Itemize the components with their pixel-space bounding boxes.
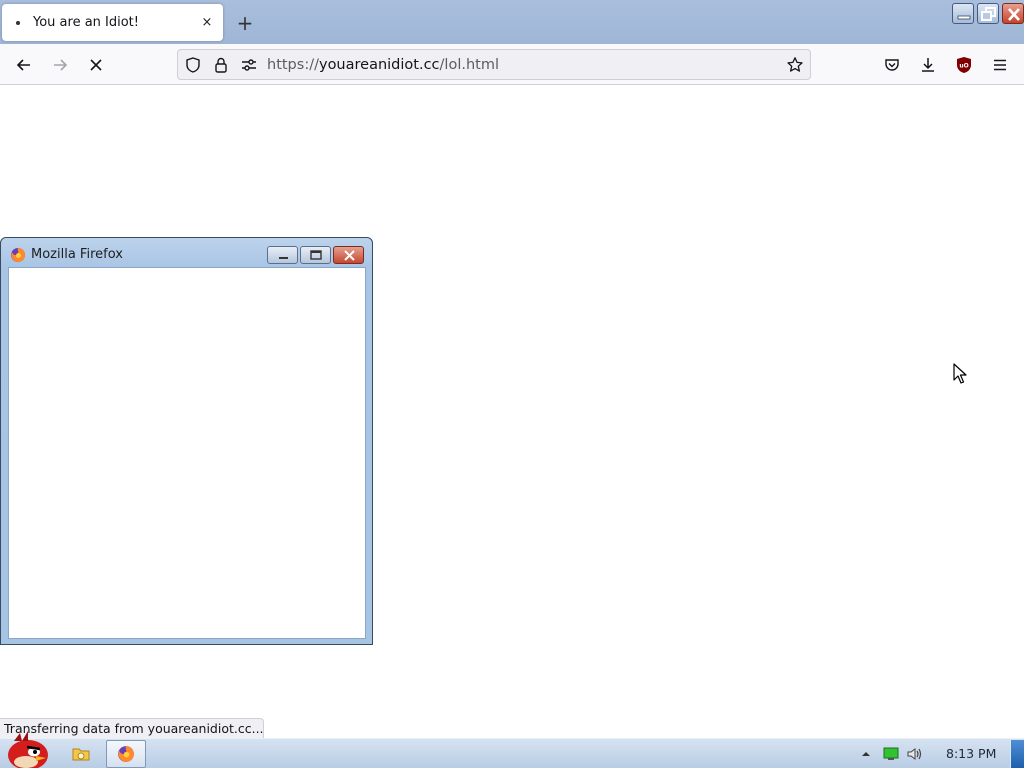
tab-title: You are an Idiot!: [33, 15, 139, 30]
url-bar[interactable]: https://youareanidiot.cc/lol.html: [177, 49, 811, 80]
permissions-icon[interactable]: [240, 56, 258, 74]
popup-title: Mozilla Firefox: [31, 247, 123, 262]
forward-button[interactable]: [47, 52, 73, 78]
star-icon[interactable]: [786, 56, 804, 74]
stop-button[interactable]: [83, 52, 109, 78]
loading-dot-icon: [16, 20, 20, 25]
url-scheme: https://: [267, 57, 319, 73]
clock[interactable]: 8:13 PM: [946, 746, 996, 761]
minimize-window-button[interactable]: [952, 3, 974, 24]
popup-window-controls: [267, 246, 366, 264]
firefox-icon: [118, 746, 134, 762]
show-desktop-button[interactable]: [1010, 740, 1024, 768]
new-tab-button[interactable]: +: [232, 10, 258, 36]
restore-window-button[interactable]: [977, 3, 999, 24]
firefox-icon: [11, 248, 25, 262]
tab-strip: You are an Idiot! × +: [0, 0, 1024, 44]
hamburger-menu-icon: [994, 59, 1006, 71]
download-icon: [922, 58, 934, 72]
forward-arrow-icon: [54, 59, 68, 71]
ublock-origin-button[interactable]: uO: [951, 52, 977, 78]
popup-maximize-button[interactable]: [300, 246, 331, 264]
url-path: /lol.html: [439, 57, 499, 73]
tab-close-button[interactable]: ×: [196, 12, 218, 34]
popup-window[interactable]: Mozilla Firefox: [0, 237, 373, 645]
app-menu-button[interactable]: [987, 52, 1013, 78]
angry-bird-start-icon[interactable]: [2, 729, 52, 768]
taskbar-explorer[interactable]: [66, 740, 96, 768]
popup-minimize-button[interactable]: [267, 246, 298, 264]
downloads-button[interactable]: [915, 52, 941, 78]
back-button[interactable]: [11, 52, 37, 78]
navigation-toolbar: https://youareanidiot.cc/lol.html uO: [0, 44, 1024, 85]
pocket-button[interactable]: [879, 52, 905, 78]
network-icon[interactable]: [882, 746, 900, 762]
close-window-button[interactable]: [1002, 3, 1024, 24]
popup-close-button[interactable]: [333, 246, 364, 264]
close-icon: [1008, 8, 1020, 21]
url-domain: youareanidiot.cc: [318, 57, 440, 73]
taskbar: 8:13 PM: [0, 731, 1024, 768]
url-text[interactable]: https://youareanidiot.cc/lol.html: [267, 57, 499, 73]
volume-icon[interactable]: [906, 746, 924, 762]
show-hidden-icons-icon[interactable]: [860, 748, 872, 760]
ublock-origin-icon: uO: [957, 57, 971, 73]
minimize-icon: [279, 257, 288, 259]
back-arrow-icon: [16, 59, 30, 71]
close-icon: [344, 250, 355, 261]
mouse-cursor-icon: [953, 363, 967, 384]
system-tray: [860, 739, 924, 768]
restore-icon: [981, 7, 996, 21]
stop-icon: [90, 59, 102, 71]
pocket-icon: [885, 59, 899, 71]
window-controls: [949, 3, 1024, 24]
popup-content-area: [8, 267, 366, 639]
tab-youareanidiot[interactable]: You are an Idiot! ×: [2, 4, 223, 41]
lock-icon[interactable]: [212, 56, 230, 74]
maximize-icon: [310, 250, 322, 260]
folder-icon: [72, 748, 90, 761]
minimize-icon: [957, 15, 971, 20]
svg-text:uO: uO: [959, 63, 968, 70]
taskbar-firefox[interactable]: [106, 740, 146, 768]
shield-icon[interactable]: [184, 56, 202, 74]
